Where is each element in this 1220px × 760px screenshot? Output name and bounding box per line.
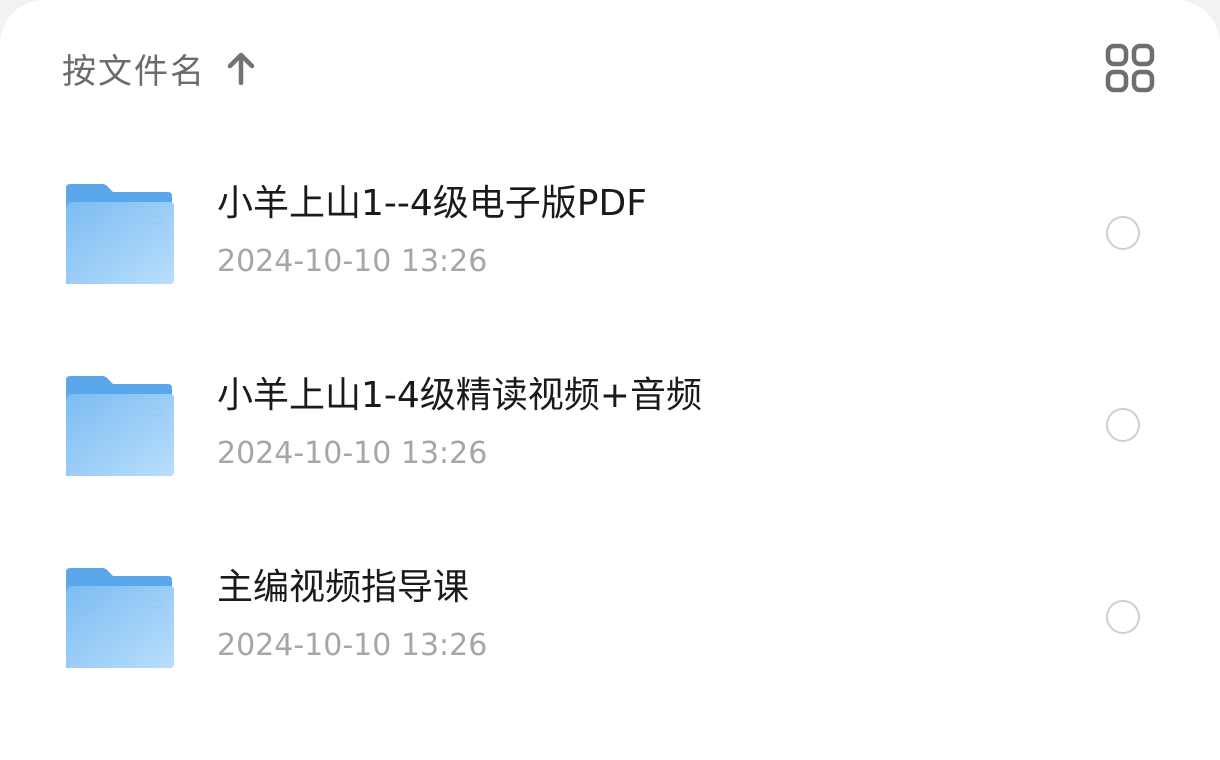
file-name: 小羊上山1-4级精读视频+音频 [217,375,702,416]
arrow-up-icon [224,48,258,88]
select-radio[interactable] [1106,408,1140,442]
file-date: 2024-10-10 13:26 [217,244,488,279]
file-row[interactable]: 小羊上山1--4级电子版PDF 2024-10-10 13:26 [0,136,1220,328]
file-row[interactable]: 小羊上山1-4级精读视频+音频 2024-10-10 13:26 [0,328,1220,520]
folder-icon [66,376,174,476]
file-name: 主编视频指导课 [217,567,470,608]
file-date: 2024-10-10 13:26 [217,436,488,471]
folder-icon [66,568,174,668]
select-radio[interactable] [1106,216,1140,250]
select-radio[interactable] [1106,600,1140,634]
folder-icon [66,184,174,284]
grid-view-button[interactable] [1100,40,1160,96]
sort-by-name-button[interactable]: 按文件名 [62,40,258,96]
file-date: 2024-10-10 13:26 [217,628,488,663]
file-list-sheet: 按文件名 小羊上山1--4级电子版PDF 2024-10-10 13:26 小羊… [0,0,1220,760]
grid-view-icon [1105,43,1155,93]
file-name: 小羊上山1--4级电子版PDF [217,183,647,224]
sort-label: 按文件名 [62,51,206,92]
file-row[interactable]: 主编视频指导课 2024-10-10 13:26 [0,520,1220,712]
